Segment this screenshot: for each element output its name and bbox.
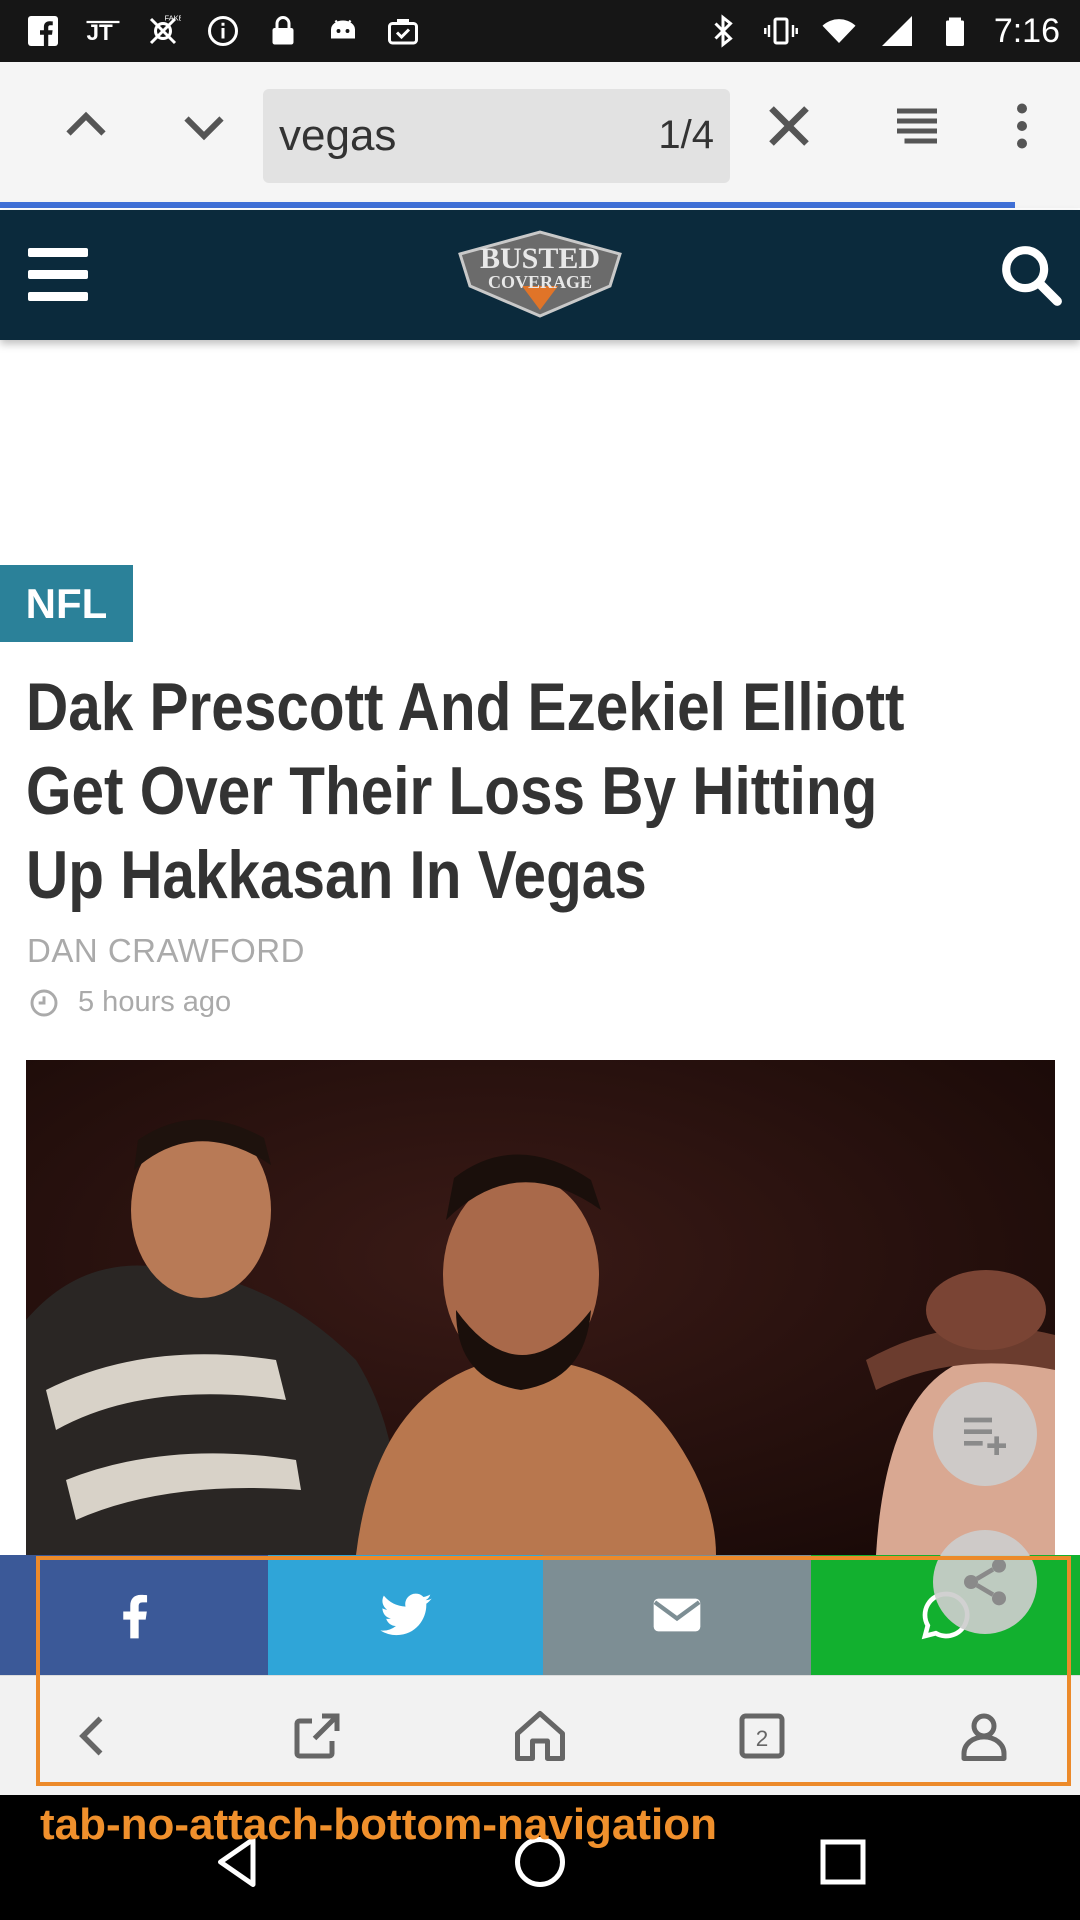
- highlight-box: [36, 1556, 1071, 1786]
- svg-text:COVERAGE: COVERAGE: [488, 272, 592, 292]
- add-to-playlist-button[interactable]: [933, 1382, 1037, 1486]
- menu-line: [28, 270, 88, 279]
- status-system: 7:16: [704, 8, 1060, 54]
- vibrate-icon: [762, 12, 800, 50]
- article-author[interactable]: DAN CRAWFORD: [27, 932, 305, 970]
- busted-coverage-logo: BUSTED COVERAGE: [458, 230, 622, 318]
- find-previous-button[interactable]: [44, 84, 128, 168]
- reader-mode-button[interactable]: [875, 84, 959, 168]
- system-recents-button[interactable]: [798, 1817, 888, 1907]
- article-image: [26, 1060, 1055, 1555]
- find-next-button[interactable]: [162, 84, 246, 168]
- site-menu-button[interactable]: [28, 248, 88, 302]
- article-headline: Dak Prescott And Ezekiel Elliott Get Ove…: [26, 669, 905, 913]
- svg-text:FAKE: FAKE: [165, 14, 182, 23]
- chevron-down-icon: [184, 116, 224, 141]
- find-in-page-bar: vegas 1/4: [0, 62, 1080, 208]
- article-photo[interactable]: [26, 1060, 1055, 1555]
- overflow-menu-button[interactable]: [980, 84, 1064, 168]
- briefcase-check-icon: [384, 12, 422, 50]
- svg-text:BUSTED: BUSTED: [480, 242, 600, 275]
- signal-icon: [878, 12, 916, 50]
- playlist-add-icon: [964, 1417, 1006, 1455]
- svg-text:JT: JT: [87, 20, 114, 45]
- site-search-button[interactable]: [996, 240, 1066, 310]
- bluetooth-icon: [704, 12, 742, 50]
- page-load-progress: [0, 202, 1015, 208]
- facebook-icon: [24, 12, 62, 50]
- status-bar: JT FAKE 7:16: [0, 0, 1080, 62]
- menu-line: [28, 292, 88, 301]
- time-ago: 5 hours ago: [78, 986, 232, 1018]
- lock-icon: [264, 12, 302, 50]
- find-close-button[interactable]: [747, 84, 831, 168]
- site-logo[interactable]: BUSTED COVERAGE: [440, 224, 640, 324]
- close-icon: [769, 106, 809, 146]
- square-recents-icon: [820, 1839, 866, 1885]
- search-icon: [1002, 246, 1062, 306]
- overlay-label: tab-no-attach-bottom-navigation: [40, 1800, 718, 1849]
- text-lines-icon: [897, 108, 937, 144]
- fake-gps-icon: FAKE: [144, 12, 182, 50]
- clock-icon: [30, 989, 58, 1016]
- site-header: BUSTED COVERAGE: [0, 210, 1080, 340]
- wifi-icon: [820, 12, 858, 50]
- status-clock: 7:16: [993, 11, 1060, 50]
- android-icon: [324, 12, 362, 50]
- more-vertical-icon: [1017, 103, 1027, 149]
- status-notifications: JT FAKE: [24, 8, 422, 54]
- chevron-up-icon: [66, 111, 106, 136]
- find-input[interactable]: vegas 1/4: [263, 89, 730, 183]
- info-icon: [204, 12, 242, 50]
- menu-line: [28, 248, 88, 257]
- find-query: vegas: [279, 111, 397, 160]
- find-match-count: 1/4: [658, 113, 714, 157]
- article-time: 5 hours ago: [28, 986, 231, 1019]
- jt-icon: JT: [84, 12, 122, 50]
- category-tag[interactable]: NFL: [0, 565, 133, 642]
- battery-icon: [936, 12, 974, 50]
